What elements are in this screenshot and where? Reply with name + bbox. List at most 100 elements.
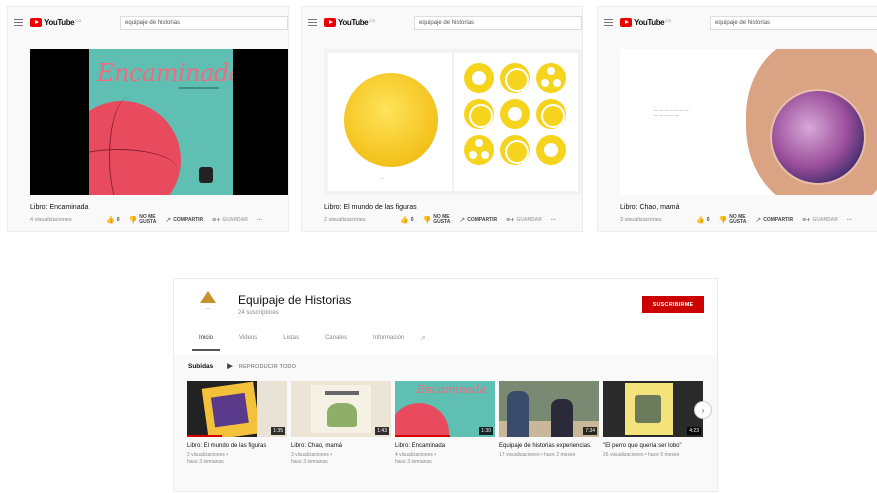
cover-title: Encaminada <box>97 59 233 87</box>
tab-informacion[interactable]: Información <box>360 333 417 351</box>
share-icon: ↗ <box>755 217 762 224</box>
video-card[interactable]: 7:34 Equipaje de historias experiencias.… <box>499 381 599 466</box>
dislike-button[interactable]: 👎 NO ME GUSTA <box>423 215 451 225</box>
subscriber-count: 24 suscriptores <box>238 310 279 316</box>
video-thumbnail[interactable]: 1:35 <box>187 381 287 437</box>
video-card[interactable]: 1:35 Libro: El mundo de las figuras 2 vi… <box>187 381 287 466</box>
video-card[interactable]: Encaminada 1:30 Libro: Encaminada 4 visu… <box>395 381 495 466</box>
book-right-page <box>454 53 578 191</box>
circle-figure <box>464 63 494 93</box>
video-player[interactable]: — <box>324 49 582 195</box>
youtube-logo-text: YouTube <box>634 18 665 27</box>
country-code: CO <box>75 18 82 23</box>
video-player[interactable]: Encaminada <box>30 49 288 195</box>
video-actions: 👍 0 👎 NO ME GUSTA ↗ COMPARTIR ≡+ GUARDAR ⋯ <box>400 215 565 225</box>
share-button[interactable]: ↗ COMPARTIR <box>165 216 203 224</box>
tab-listas[interactable]: Listas <box>270 333 312 351</box>
cover-author-line <box>179 87 219 89</box>
youtube-header: YouTube CO equipaje de historias <box>302 7 582 41</box>
like-count: 0 <box>706 217 710 223</box>
view-count: 2 visualizaciones <box>324 217 366 223</box>
play-all-button[interactable]: ▶ REPRODUCIR TODO <box>227 362 296 370</box>
dislike-button[interactable]: 👎 NO ME GUSTA <box>719 215 747 225</box>
search-icon[interactable]: ⌕ <box>421 333 425 351</box>
youtube-logo[interactable]: YouTube CO <box>324 18 375 27</box>
next-arrow-icon[interactable]: › <box>694 401 712 419</box>
share-label: COMPARTIR <box>763 217 794 223</box>
video-thumbnail[interactable]: Encaminada 1:30 <box>395 381 495 437</box>
video-card[interactable]: 4:23 "El perro que quería ser lobo" 26 v… <box>603 381 703 466</box>
like-count: 0 <box>116 217 120 223</box>
save-button[interactable]: ≡+ GUARDAR <box>506 217 542 224</box>
video-title[interactable]: Libro: El mundo de las figuras <box>187 442 287 450</box>
person-illustration <box>507 391 529 437</box>
video-thumbnail[interactable]: 1:43 <box>291 381 391 437</box>
tab-videos[interactable]: Videos <box>226 333 270 351</box>
tab-inicio[interactable]: Inicio <box>186 333 226 351</box>
circle-figure <box>536 135 566 165</box>
video-age: hace 3 semanas <box>395 459 432 465</box>
video-views: 2 visualizaciones • <box>187 452 228 458</box>
video-title: Libro: Encaminada <box>30 204 89 211</box>
tab-canales[interactable]: Canales <box>312 333 360 351</box>
thumbs-up-icon: 👍 <box>696 217 705 224</box>
video-views: 26 visualizaciones • hace 5 meses <box>603 452 680 458</box>
basketball-illustration <box>395 403 449 437</box>
book-cover-encaminada: Encaminada <box>89 49 233 195</box>
channel-avatar[interactable]: — <box>194 287 222 323</box>
add-to-playlist-icon: ≡+ <box>212 216 221 224</box>
youtube-logo[interactable]: YouTube CO <box>620 18 671 27</box>
share-button[interactable]: ↗ COMPARTIR <box>755 216 793 224</box>
hamburger-menu-icon[interactable] <box>14 19 23 28</box>
channel-name: Equipaje de Historias <box>238 293 352 307</box>
share-button[interactable]: ↗ COMPARTIR <box>459 216 497 224</box>
person-illustration <box>551 399 573 437</box>
like-button[interactable]: 👍 0 <box>696 216 710 224</box>
save-button[interactable]: ≡+ GUARDAR <box>212 217 248 224</box>
video-player[interactable]: — — — — — — — — — — — — <box>620 49 877 195</box>
publisher-badge <box>199 167 213 183</box>
youtube-play-icon <box>620 18 632 27</box>
circle-figure <box>500 99 530 129</box>
dislike-label-line2: GUSTA <box>433 219 451 225</box>
hamburger-menu-icon[interactable] <box>308 19 317 28</box>
share-icon: ↗ <box>459 217 466 224</box>
circle-figures-grid <box>464 63 568 165</box>
video-views: 17 visualizaciones • hace 2 meses <box>499 452 576 458</box>
save-label: GUARDAR <box>222 217 248 223</box>
video-duration: 7:34 <box>583 427 597 435</box>
search-input[interactable]: equipaje de historias <box>710 16 877 30</box>
search-input[interactable]: equipaje de historias <box>414 16 582 30</box>
video-title[interactable]: Equipaje de historias experiencias. <box>499 442 599 450</box>
circle-figure <box>464 135 494 165</box>
video-title[interactable]: "El perro que quería ser lobo" <box>603 442 703 450</box>
video-title: Libro: Chao, mamá <box>620 204 680 211</box>
save-button[interactable]: ≡+ GUARDAR <box>802 217 838 224</box>
youtube-logo[interactable]: YouTube CO <box>30 18 81 27</box>
like-button[interactable]: 👍 0 <box>106 216 120 224</box>
video-title[interactable]: Libro: Chao, mamá <box>291 442 391 450</box>
video-card[interactable]: 1:43 Libro: Chao, mamá 3 visualizaciones… <box>291 381 391 466</box>
channel-tabs: Inicio Videos Listas Canales Información… <box>186 333 426 351</box>
play-icon: ▶ <box>227 363 233 370</box>
more-options-icon[interactable]: ⋯ <box>257 217 262 223</box>
avatar-logo-text: — <box>206 305 210 310</box>
thumbs-down-icon: 👎 <box>128 216 138 224</box>
video-thumbnail[interactable]: 4:23 <box>603 381 703 437</box>
video-panel-chao-mama: YouTube CO equipaje de historias — — — —… <box>597 6 877 232</box>
dislike-label-line2: GUSTA <box>139 219 157 225</box>
more-options-icon[interactable]: ⋯ <box>551 217 556 223</box>
video-title[interactable]: Libro: Encaminada <box>395 442 495 450</box>
book-page-text: — — — — — — — — — — — — <box>654 107 689 117</box>
dislike-button[interactable]: 👎 NO ME GUSTA <box>129 215 157 225</box>
dislike-label: NO ME GUSTA <box>729 215 746 225</box>
video-thumbnail[interactable]: 7:34 <box>499 381 599 437</box>
subscribe-button[interactable]: SUSCRIBIRME <box>642 296 704 313</box>
like-button[interactable]: 👍 0 <box>400 216 414 224</box>
uploads-shelf: 1:35 Libro: El mundo de las figuras 2 vi… <box>187 381 707 466</box>
uploads-section-header: Subidas ▶ REPRODUCIR TODO <box>188 362 296 371</box>
hamburger-menu-icon[interactable] <box>604 19 613 28</box>
video-views: 4 visualizaciones • <box>395 452 436 458</box>
more-options-icon[interactable]: ⋯ <box>847 217 852 223</box>
search-input[interactable]: equipaje de historias <box>120 16 288 30</box>
